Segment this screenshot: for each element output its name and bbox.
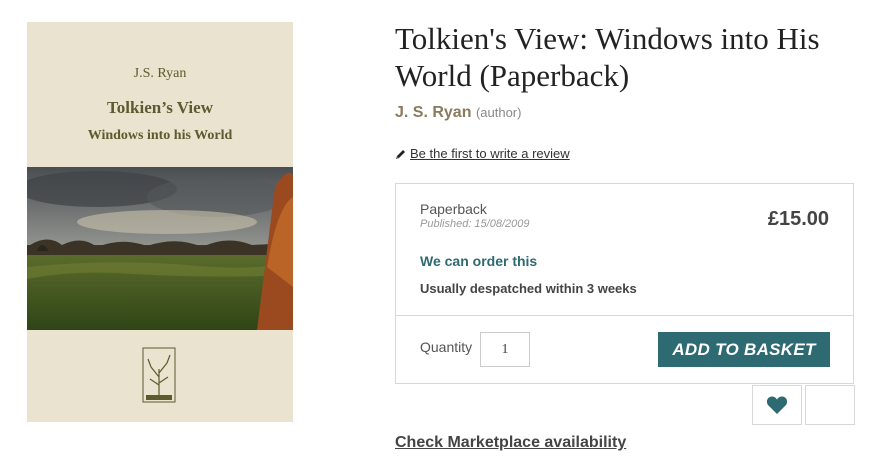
- wishlist-button[interactable]: [752, 385, 802, 425]
- published-date: Published: 15/08/2009: [420, 218, 530, 230]
- cover-subtitle: Windows into his World: [87, 128, 233, 143]
- write-review-link[interactable]: Be the first to write a review: [410, 146, 570, 161]
- heart-icon: [766, 396, 788, 414]
- author-line: J. S. Ryan (author): [395, 104, 521, 122]
- author-link[interactable]: J. S. Ryan: [395, 104, 471, 121]
- price: £15.00: [767, 208, 829, 230]
- secondary-action-button[interactable]: [805, 385, 855, 425]
- product-title: Tolkien's View: Windows into His World (…: [395, 21, 820, 93]
- add-to-basket-button[interactable]: ADD TO BASKET: [658, 332, 830, 367]
- quantity-label: Quantity: [420, 339, 473, 355]
- purchase-box: Paperback Published: 15/08/2009 £15.00 W…: [395, 183, 854, 384]
- cover-author: J.S. Ryan: [133, 66, 187, 81]
- availability-status: We can order this: [420, 253, 538, 269]
- author-role: (author): [475, 105, 522, 120]
- cover-landscape-photo: [27, 167, 293, 330]
- marketplace-link[interactable]: Check Marketplace availability: [395, 434, 626, 452]
- book-cover[interactable]: J.S. Ryan Tolkien’s View Windows into hi…: [27, 22, 293, 422]
- publisher-logo: [142, 347, 176, 403]
- pencil-icon: [396, 149, 405, 159]
- write-review[interactable]: Be the first to write a review: [395, 146, 570, 161]
- format-label: Paperback: [420, 201, 487, 217]
- dispatch-info: Usually despatched within 3 weeks: [420, 281, 637, 296]
- quantity-input[interactable]: [480, 332, 530, 367]
- cover-title: Tolkien’s View: [107, 98, 213, 117]
- box-divider: [396, 315, 853, 316]
